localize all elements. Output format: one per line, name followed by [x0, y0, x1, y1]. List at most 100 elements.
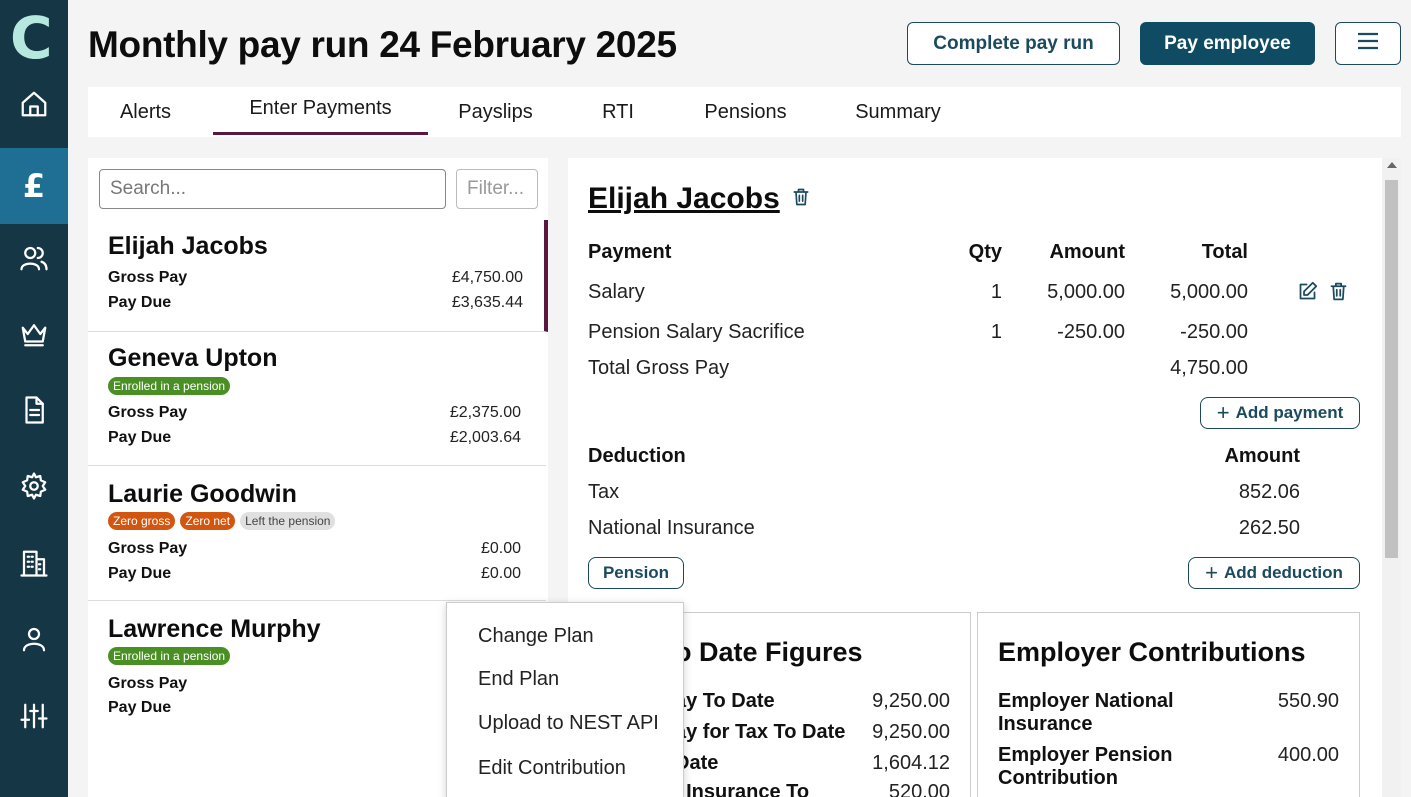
ytd-value: 1,604.12 [872, 752, 950, 774]
nav-employees[interactable] [0, 222, 68, 298]
payment-qty: 1 [990, 281, 1002, 303]
gross-pay-value: £4,750.00 [451, 269, 523, 286]
menu-item-upload-nest-api[interactable]: Upload to NEST API [478, 712, 659, 735]
app-logo: C [10, 4, 53, 72]
pay-employee-button[interactable]: Pay employee [1140, 22, 1315, 65]
tab-pensions[interactable]: Pensions [683, 87, 808, 137]
status-badge: Zero net [180, 512, 236, 530]
gross-pay-label: Gross Pay [108, 540, 188, 557]
status-badge: Enrolled in a pension [108, 377, 231, 395]
delete-employee-trash-icon[interactable] [791, 186, 811, 208]
employer-contributions-card: Employer Contributions Employer National… [977, 612, 1360, 797]
nav-settings[interactable] [0, 450, 68, 526]
scrollbar-thumb[interactable] [1385, 180, 1398, 558]
employee-title: Elijah Jacobs [588, 182, 780, 215]
payment-qty: 1 [990, 321, 1002, 343]
gross-pay-value: £2,375.00 [449, 404, 521, 421]
scrollbar[interactable] [1382, 158, 1401, 797]
filter-input[interactable]: Filter... [456, 169, 538, 209]
tab-enter-payments[interactable]: Enter Payments [213, 85, 428, 135]
sidebar: C £ [0, 0, 68, 797]
employee-name: Geneva Upton [108, 344, 278, 372]
tab-bar: Alerts Enter Payments Payslips RTI Pensi… [88, 87, 1401, 137]
status-badge: Enrolled in a pension [108, 647, 231, 665]
gross-pay-value: £0.00 [480, 540, 521, 557]
pay-due-value: £0.00 [480, 565, 521, 582]
ytd-value: 9,250.00 [872, 690, 950, 712]
menu-button[interactable] [1335, 22, 1401, 65]
home-icon [19, 89, 49, 124]
nav-account[interactable] [0, 603, 68, 679]
menu-item-change-plan[interactable]: Change Plan [478, 625, 594, 648]
pay-due-value: £3,635.44 [451, 294, 523, 311]
gear-icon [19, 471, 49, 506]
nav-payroll[interactable]: £ [0, 148, 68, 224]
employee-item-elijah-jacobs[interactable]: Elijah Jacobs Gross Pay £4,750.00 Pay Du… [88, 220, 548, 332]
add-deduction-button[interactable]: + Add deduction [1188, 557, 1360, 589]
employee-item-laurie-goodwin[interactable]: Laurie Goodwin Zero gross Zero net Left … [88, 466, 546, 601]
employee-detail-panel: Elijah Jacobs Payment Qty Amount Total S… [568, 158, 1401, 797]
gross-pay-label: Gross Pay [108, 269, 188, 286]
pay-due-value: £2,003.64 [449, 429, 521, 446]
nav-adjustments[interactable] [0, 680, 68, 756]
add-payment-button[interactable]: + Add payment [1200, 397, 1360, 429]
ytd-label: l Insurance To [675, 781, 810, 797]
gross-pay-label: Gross Pay [108, 404, 188, 421]
payment-total: 5,000.00 [1170, 281, 1248, 303]
sliders-icon [19, 701, 49, 736]
hamburger-icon [1356, 31, 1380, 56]
ytd-label: ay To Date [675, 690, 775, 712]
payment-amount: 5,000.00 [1047, 281, 1125, 303]
pay-due-label: Pay Due [108, 294, 172, 311]
page-title: Monthly pay run 24 February 2025 [88, 24, 677, 65]
add-payment-label: Add payment [1235, 403, 1344, 422]
pension-context-menu: Change Plan End Plan Upload to NEST API … [446, 602, 684, 797]
nav-premium[interactable] [0, 298, 68, 374]
status-badge: Zero gross [108, 512, 176, 530]
deduction-name: Tax [588, 481, 620, 503]
tab-alerts[interactable]: Alerts [88, 87, 203, 137]
edit-icon[interactable] [1297, 281, 1318, 302]
users-icon [19, 243, 49, 278]
payment-total: -250.00 [1180, 321, 1248, 343]
total-header: Total [1201, 241, 1248, 263]
employee-name: Laurie Goodwin [108, 480, 297, 508]
tab-rti[interactable]: RTI [578, 87, 658, 137]
menu-item-edit-contribution[interactable]: Edit Contribution [478, 757, 626, 780]
pound-icon: £ [22, 167, 46, 205]
delete-payment-trash-icon[interactable] [1328, 281, 1349, 302]
scroll-up-arrow-icon[interactable] [1387, 162, 1397, 168]
user-icon [19, 624, 49, 659]
building-icon [19, 548, 49, 583]
pension-button[interactable]: Pension [588, 557, 684, 589]
deduction-name: National Insurance [588, 517, 755, 539]
pay-due-label: Pay Due [108, 699, 172, 716]
tab-payslips[interactable]: Payslips [438, 87, 553, 137]
nav-company[interactable] [0, 527, 68, 603]
pay-due-label: Pay Due [108, 565, 172, 582]
payment-name: Pension Salary Sacrifice [588, 321, 805, 343]
nav-home[interactable] [0, 68, 68, 144]
payment-amount: -250.00 [1057, 321, 1125, 343]
payment-header: Payment [588, 241, 672, 263]
deduction-header: Deduction [588, 445, 686, 467]
total-gross-pay-value: 4,750.00 [1170, 357, 1248, 379]
badge-list: Enrolled in a pension [108, 647, 231, 665]
employer-label: Employer National Insurance [998, 690, 1174, 735]
employee-item-geneva-upton[interactable]: Geneva Upton Enrolled in a pension Gross… [88, 332, 546, 466]
status-badge: Left the pension [240, 512, 336, 530]
add-deduction-label: Add deduction [1223, 563, 1343, 582]
menu-item-end-plan[interactable]: End Plan [478, 668, 559, 691]
tab-summary[interactable]: Summary [833, 87, 963, 137]
complete-pay-run-button[interactable]: Complete pay run [907, 22, 1120, 65]
ytd-label: ay for Tax To Date [675, 721, 846, 743]
deduction-amount-header: Amount [1224, 445, 1300, 467]
nav-reports[interactable] [0, 374, 68, 450]
search-input[interactable]: Search... [99, 169, 446, 209]
employer-value: 400.00 [1277, 744, 1339, 766]
gross-pay-label: Gross Pay [108, 675, 188, 692]
card-title: o Date Figures [675, 637, 863, 667]
deduction-amount: 852.06 [1238, 481, 1300, 503]
pay-due-label: Pay Due [108, 429, 172, 446]
employee-name: Elijah Jacobs [108, 232, 268, 260]
